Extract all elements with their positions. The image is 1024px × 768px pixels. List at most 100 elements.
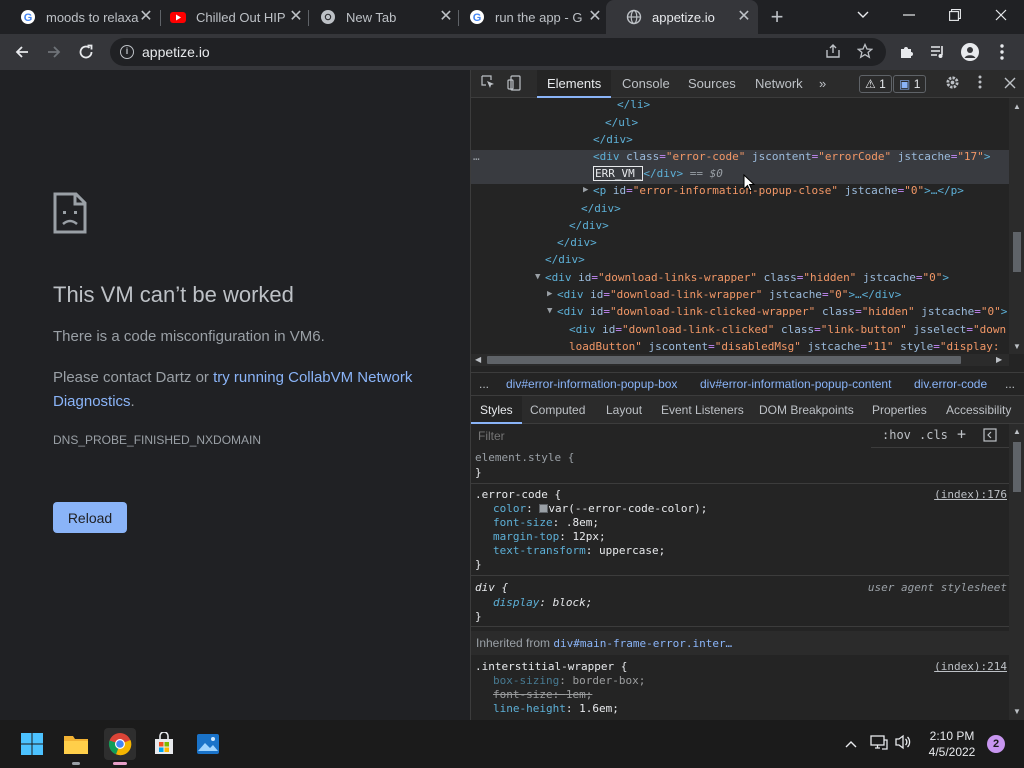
- styles-scrollbar[interactable]: ▲ ▼: [1009, 424, 1024, 720]
- dom-line[interactable]: <div id="download-link-clicked" class="l…: [569, 321, 1006, 338]
- tab-moods[interactable]: G moods to relaxa ✕: [0, 0, 160, 34]
- rule-source-link[interactable]: (index):176: [934, 488, 1007, 502]
- rule-source-link[interactable]: (index):214: [934, 660, 1007, 674]
- expand-triangle-icon[interactable]: ▶: [547, 286, 552, 303]
- scroll-right-icon[interactable]: ▶: [996, 355, 1002, 364]
- reload-icon[interactable]: [74, 40, 98, 64]
- tab-close-icon[interactable]: ✕: [587, 9, 603, 25]
- subtab-styles[interactable]: Styles: [471, 396, 522, 424]
- dom-line[interactable]: </div>: [593, 131, 633, 148]
- devtools-close-icon[interactable]: [1001, 75, 1019, 93]
- dom-line[interactable]: </div>: [545, 251, 585, 268]
- address-bar[interactable]: i appetize.io: [110, 38, 886, 66]
- dom-line-selected[interactable]: <div class="error-code" jscontent="error…: [593, 148, 990, 165]
- error-code-rule[interactable]: .error-code { (index):176 color: var(--e…: [471, 485, 1009, 576]
- scroll-thumb[interactable]: [1013, 232, 1021, 272]
- scroll-thumb[interactable]: [1013, 442, 1021, 492]
- devtools-menu-icon[interactable]: [971, 75, 989, 93]
- subtab-dom-breakpoints[interactable]: DOM Breakpoints: [750, 396, 863, 424]
- tab-appetize[interactable]: appetize.io ✕: [606, 0, 758, 34]
- more-tabs-button[interactable]: »: [809, 70, 836, 98]
- reload-button[interactable]: Reload: [53, 502, 127, 533]
- dom-line[interactable]: </div>: [581, 200, 621, 217]
- add-rule-icon[interactable]: +: [957, 425, 966, 443]
- breadcrumb-item[interactable]: div#error-information-popup-box: [506, 377, 677, 391]
- warnings-badge[interactable]: ⚠ 1: [859, 75, 892, 93]
- devtools-tab-sources[interactable]: Sources: [678, 70, 746, 98]
- subtab-accessibility[interactable]: Accessibility: [937, 396, 1020, 424]
- breadcrumb-more[interactable]: ...: [479, 377, 489, 391]
- styles-filter-input[interactable]: [471, 424, 871, 448]
- back-arrow-icon[interactable]: [10, 40, 34, 64]
- devtools-tab-console[interactable]: Console: [612, 70, 680, 98]
- new-tab-button[interactable]: +: [766, 6, 788, 28]
- minimize-icon[interactable]: [886, 0, 932, 30]
- settings-gear-icon[interactable]: [943, 75, 961, 93]
- subtab-properties[interactable]: Properties: [863, 396, 936, 424]
- subtab-layout[interactable]: Layout: [597, 396, 651, 424]
- element-style-rule[interactable]: element.style { }: [471, 448, 1009, 484]
- div-ua-rule[interactable]: div { user agent stylesheet display: blo…: [471, 577, 1009, 627]
- tab-new-tab[interactable]: New Tab ✕: [300, 0, 460, 34]
- class-toggle[interactable]: .cls: [919, 428, 948, 442]
- dom-line[interactable]: loadButton" jscontent="disabledMsg" jstc…: [569, 338, 1000, 354]
- dom-line[interactable]: <div id="download-links-wrapper" class="…: [545, 269, 949, 286]
- breadcrumb-item[interactable]: div.error-code: [914, 377, 987, 391]
- scroll-down-icon[interactable]: ▼: [1013, 342, 1021, 351]
- tab-close-icon[interactable]: ✕: [736, 9, 752, 25]
- dom-line[interactable]: <p id="error-information-popup-close" js…: [593, 182, 964, 199]
- dom-line[interactable]: </li>: [617, 98, 650, 113]
- breadcrumb-item[interactable]: div#error-information-popup-content: [700, 377, 891, 391]
- css-declaration[interactable]: box-sizing: border-box;: [493, 674, 645, 688]
- site-info-icon[interactable]: i: [120, 45, 134, 59]
- extensions-puzzle-icon[interactable]: [894, 40, 918, 64]
- dom-row-ellipsis[interactable]: …: [473, 148, 480, 165]
- css-declaration-overridden[interactable]: font-size: 1em;: [493, 688, 592, 702]
- device-toolbar-icon[interactable]: [505, 75, 523, 93]
- tab-search-icon[interactable]: [840, 0, 886, 30]
- dom-line[interactable]: </ul>: [605, 114, 638, 131]
- system-clock[interactable]: 2:10 PM 4/5/2022: [920, 728, 984, 760]
- bookmark-star-icon[interactable]: [856, 42, 874, 61]
- dom-tree-hscrollbar[interactable]: ◀ ▶: [471, 354, 1009, 366]
- notification-badge[interactable]: 2: [987, 735, 1005, 753]
- tab-chilled-out[interactable]: Chilled Out HIP ✕: [150, 0, 310, 34]
- text-node[interactable]: ERR_VM_: [593, 166, 644, 181]
- inspect-element-icon[interactable]: [479, 75, 497, 93]
- collapse-triangle-icon[interactable]: ▼: [535, 269, 540, 286]
- dom-line[interactable]: <div id="download-link-clicked-wrapper" …: [557, 303, 1007, 320]
- subtab-event-listeners[interactable]: Event Listeners: [652, 396, 753, 424]
- collapse-triangle-icon[interactable]: ▼: [547, 303, 552, 320]
- css-declaration[interactable]: text-transform: uppercase;: [493, 544, 665, 558]
- scroll-up-icon[interactable]: ▲: [1013, 102, 1021, 111]
- dom-line[interactable]: </div>: [557, 234, 597, 251]
- devtools-tab-network[interactable]: Network: [745, 70, 813, 98]
- inherited-from-link[interactable]: div#main-frame-error.inter…: [553, 637, 732, 650]
- kebab-menu-icon[interactable]: [990, 40, 1014, 64]
- media-control-icon[interactable]: [926, 40, 950, 64]
- show-hidden-icons-icon[interactable]: [841, 734, 861, 754]
- microsoft-store-icon[interactable]: [148, 728, 180, 760]
- restore-icon[interactable]: [932, 0, 978, 30]
- css-declaration[interactable]: font-size: .8em;: [493, 516, 599, 530]
- volume-icon[interactable]: [893, 734, 913, 754]
- scroll-left-icon[interactable]: ◀: [475, 355, 481, 364]
- styles-pane[interactable]: element.style { } .error-code { (index):…: [471, 448, 1009, 720]
- dom-line[interactable]: </div>: [569, 217, 609, 234]
- tab-run-the-app[interactable]: G run the app - G ✕: [449, 0, 609, 34]
- window-close-icon[interactable]: [978, 0, 1024, 30]
- css-declaration[interactable]: margin-top: 12px;: [493, 530, 606, 544]
- css-declaration[interactable]: display: block;: [493, 596, 592, 610]
- breadcrumb-more[interactable]: ...: [1005, 377, 1015, 391]
- windows-start-icon[interactable]: [16, 728, 48, 760]
- hover-state-toggle[interactable]: :hov: [882, 428, 911, 442]
- css-declaration[interactable]: color: var(--error-code-color);: [493, 502, 707, 516]
- profile-avatar-icon[interactable]: [958, 40, 982, 64]
- css-declaration[interactable]: line-height: 1.6em;: [493, 702, 619, 716]
- scroll-up-icon[interactable]: ▲: [1013, 427, 1021, 436]
- toggle-sidebar-icon[interactable]: [983, 428, 997, 445]
- forward-arrow-icon[interactable]: [42, 40, 66, 64]
- dom-tree-scrollbar[interactable]: ▲ ▼: [1009, 98, 1024, 354]
- interstitial-wrapper-rule[interactable]: .interstitial-wrapper { (index):214 box-…: [471, 656, 1009, 720]
- messages-badge[interactable]: ▣ 1: [893, 75, 927, 93]
